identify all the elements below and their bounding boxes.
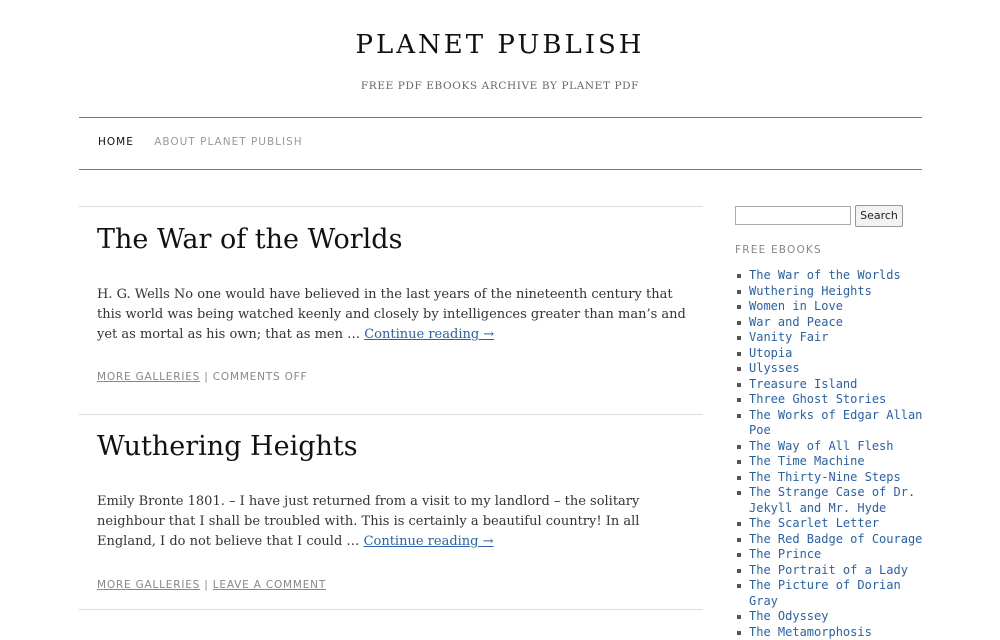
comments-status: COMMENTS OFF bbox=[213, 371, 308, 383]
ebook-link[interactable]: Wuthering Heights bbox=[749, 284, 872, 298]
bullet-icon bbox=[737, 274, 741, 278]
ebook-link[interactable]: The War of the Worlds bbox=[749, 268, 901, 282]
bullet-icon bbox=[737, 321, 741, 325]
bullet-icon bbox=[737, 445, 741, 449]
list-item: Vanity Fair bbox=[737, 330, 927, 346]
main-nav: HOME ABOUT PLANET PUBLISH bbox=[98, 136, 319, 148]
post-meta: MORE GALLERIES | LEAVE A COMMENT bbox=[97, 579, 326, 591]
list-item: The Red Badge of Courage bbox=[737, 532, 927, 548]
post-excerpt: Emily Bronte 1801. – I have just returne… bbox=[97, 492, 687, 552]
ebook-link[interactable]: The Time Machine bbox=[749, 454, 865, 468]
ebook-list: The War of the Worlds Wuthering HeightsWo… bbox=[737, 268, 927, 640]
bullet-icon bbox=[737, 631, 741, 635]
list-item: The Thirty-Nine Steps bbox=[737, 470, 927, 486]
header-divider-top bbox=[79, 117, 922, 118]
list-item: The Time Machine bbox=[737, 454, 927, 470]
nav-item-about[interactable]: ABOUT PLANET PUBLISH bbox=[154, 136, 302, 148]
leave-comment-link[interactable]: LEAVE A COMMENT bbox=[213, 579, 326, 591]
ebook-link[interactable]: The Portrait of a Lady bbox=[749, 563, 908, 577]
list-item: The Way of All Flesh bbox=[737, 439, 927, 455]
bullet-icon bbox=[737, 584, 741, 588]
site-title[interactable]: PLANET PUBLISH bbox=[0, 30, 1000, 60]
list-item: Women in Love bbox=[737, 299, 927, 315]
bullet-icon bbox=[737, 476, 741, 480]
bullet-icon bbox=[737, 352, 741, 356]
bullet-icon bbox=[737, 569, 741, 573]
ebook-link[interactable]: War and Peace bbox=[749, 315, 843, 329]
meta-separator: | bbox=[200, 371, 213, 383]
bullet-icon bbox=[737, 522, 741, 526]
post-divider bbox=[79, 414, 703, 415]
category-link[interactable]: MORE GALLERIES bbox=[97, 371, 200, 383]
ebook-link[interactable]: The Prince bbox=[749, 547, 821, 561]
list-item: The Works of Edgar Allan Poe bbox=[737, 408, 927, 439]
ebook-link[interactable]: The Red Badge of Courage bbox=[749, 532, 922, 546]
continue-reading-link[interactable]: Continue reading → bbox=[364, 534, 494, 549]
widget-title-free-ebooks: FREE EBOOKS bbox=[735, 244, 822, 256]
bullet-icon bbox=[737, 290, 741, 294]
site-description: FREE PDF EBOOKS ARCHIVE BY PLANET PDF bbox=[0, 80, 1000, 92]
post-title[interactable]: Wuthering Heights bbox=[97, 431, 358, 462]
list-item: Ulysses bbox=[737, 361, 927, 377]
post-title[interactable]: The War of the Worlds bbox=[97, 224, 402, 255]
list-item: The Odyssey bbox=[737, 609, 927, 625]
bullet-icon bbox=[737, 383, 741, 387]
ebook-link[interactable]: Treasure Island bbox=[749, 377, 857, 391]
ebook-link[interactable]: The Works of Edgar Allan Poe bbox=[749, 408, 922, 438]
list-item: The War of the Worlds bbox=[737, 268, 927, 284]
list-item: Wuthering Heights bbox=[737, 284, 927, 300]
bullet-icon bbox=[737, 491, 741, 495]
ebook-link[interactable]: The Odyssey bbox=[749, 609, 828, 623]
bullet-icon bbox=[737, 414, 741, 418]
list-item: The Portrait of a Lady bbox=[737, 563, 927, 579]
header-divider-bottom bbox=[79, 169, 922, 170]
post-meta: MORE GALLERIES | COMMENTS OFF bbox=[97, 371, 307, 383]
post-divider bbox=[79, 206, 703, 207]
ebook-link[interactable]: The Strange Case of Dr. Jekyll and Mr. H… bbox=[749, 485, 915, 515]
list-item: The Scarlet Letter bbox=[737, 516, 927, 532]
category-link[interactable]: MORE GALLERIES bbox=[97, 579, 200, 591]
bullet-icon bbox=[737, 367, 741, 371]
ebook-link[interactable]: The Way of All Flesh bbox=[749, 439, 894, 453]
search-input[interactable] bbox=[735, 206, 851, 225]
bullet-icon bbox=[737, 305, 741, 309]
list-item: Three Ghost Stories bbox=[737, 392, 927, 408]
post-divider bbox=[79, 609, 703, 610]
list-item: The Picture of Dorian Gray bbox=[737, 578, 927, 609]
ebook-link[interactable]: The Scarlet Letter bbox=[749, 516, 879, 530]
continue-reading-link[interactable]: Continue reading → bbox=[364, 327, 494, 342]
list-item: War and Peace bbox=[737, 315, 927, 331]
ebook-link[interactable]: Three Ghost Stories bbox=[749, 392, 886, 406]
bullet-icon bbox=[737, 398, 741, 402]
list-item: Treasure Island bbox=[737, 377, 927, 393]
list-item: Utopia bbox=[737, 346, 927, 362]
post-excerpt: H. G. Wells No one would have believed i… bbox=[97, 285, 687, 345]
bullet-icon bbox=[737, 553, 741, 557]
ebook-link[interactable]: Vanity Fair bbox=[749, 330, 828, 344]
list-item: The Prince bbox=[737, 547, 927, 563]
nav-item-home[interactable]: HOME bbox=[98, 136, 134, 148]
bullet-icon bbox=[737, 615, 741, 619]
bullet-icon bbox=[737, 538, 741, 542]
ebook-link[interactable]: The Picture of Dorian Gray bbox=[749, 578, 901, 608]
ebook-link[interactable]: The Thirty-Nine Steps bbox=[749, 470, 901, 484]
bullet-icon bbox=[737, 460, 741, 464]
search-button[interactable]: Search bbox=[855, 205, 903, 227]
ebook-link[interactable]: Women in Love bbox=[749, 299, 843, 313]
bullet-icon bbox=[737, 336, 741, 340]
ebook-link[interactable]: The Metamorphosis bbox=[749, 625, 872, 639]
meta-separator: | bbox=[200, 579, 213, 591]
ebook-link[interactable]: Ulysses bbox=[749, 361, 800, 375]
list-item: The Metamorphosis bbox=[737, 625, 927, 640]
ebook-link[interactable]: Utopia bbox=[749, 346, 792, 360]
list-item: The Strange Case of Dr. Jekyll and Mr. H… bbox=[737, 485, 927, 516]
